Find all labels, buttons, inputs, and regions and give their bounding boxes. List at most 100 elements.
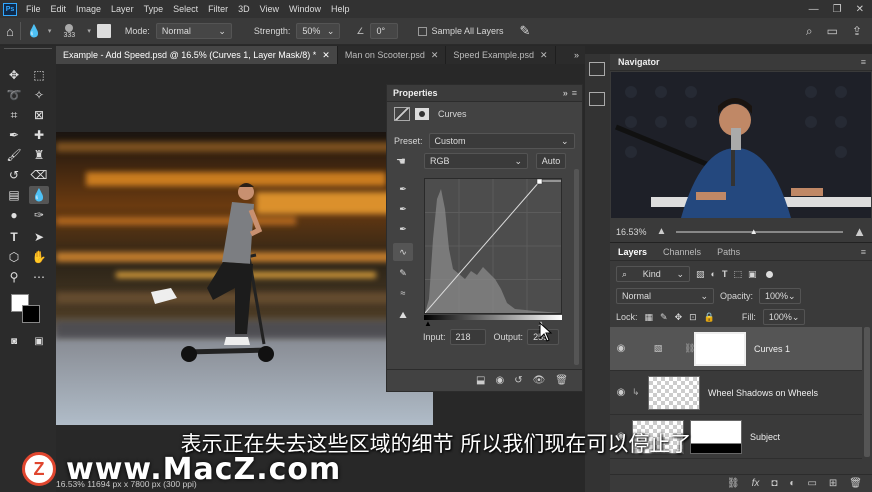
lock-position-icon[interactable]: ✥ <box>675 312 683 323</box>
lock-transparent-icon[interactable]: ▦ <box>645 312 654 323</box>
strength-input[interactable]: 50% ⌄ <box>296 23 341 39</box>
workspace-icon[interactable]: ▭ <box>827 24 838 39</box>
black-slider-icon[interactable]: ▲ <box>424 319 432 328</box>
type-filter-icon[interactable]: T <box>722 269 728 279</box>
more-tabs-icon[interactable]: » <box>574 50 585 60</box>
close-icon[interactable]: ✕ <box>431 50 439 61</box>
screen-mode-icon[interactable]: ▣ <box>29 332 49 350</box>
lasso-tool-icon[interactable]: ➰ <box>4 86 24 104</box>
eyedropper-tool-icon[interactable]: ✒ <box>4 126 24 144</box>
type-tool-icon[interactable]: T <box>4 228 24 246</box>
menu-help[interactable]: Help <box>326 4 355 14</box>
fill-input[interactable]: 100% ⌄ <box>762 309 805 325</box>
eye-icon[interactable]: ◉ <box>610 387 632 398</box>
brush-settings-icon[interactable] <box>96 24 111 38</box>
lock-pixels-icon[interactable]: ✎ <box>660 312 668 323</box>
menu-layer[interactable]: Layer <box>106 4 139 14</box>
angle-input[interactable]: 0° <box>370 23 399 39</box>
new-layer-icon[interactable]: ⊞ <box>829 478 837 489</box>
share-icon[interactable]: ⇪ <box>852 24 862 39</box>
tab-example-add-speed[interactable]: Example - Add Speed.psd @ 16.5% (Curves … <box>56 46 338 64</box>
reset-icon[interactable]: ↺ <box>514 375 522 386</box>
layer-thumbnail[interactable] <box>648 375 700 410</box>
layer-row-wheel-shadows[interactable]: ◉ ↳ Wheel Shadows on Wheels <box>610 371 862 415</box>
chain-link-icon[interactable]: ⛓ <box>684 343 695 354</box>
blend-mode-select[interactable]: Normal ⌄ <box>616 288 714 304</box>
magic-wand-icon[interactable]: ✧ <box>29 86 49 104</box>
home-icon[interactable]: ⌂ <box>6 24 14 39</box>
filter-kind-select[interactable]: ⌕ Kind ⌄ <box>616 266 690 282</box>
document-canvas[interactable] <box>56 132 433 425</box>
navigator-preview[interactable] <box>611 72 871 218</box>
adjustment-filter-icon[interactable]: ◐ <box>711 269 716 279</box>
eye-icon[interactable]: ◉ <box>610 343 632 354</box>
close-icon[interactable]: ✕ <box>322 50 330 61</box>
menu-type[interactable]: Type <box>139 4 169 14</box>
visibility-icon[interactable]: 👁 <box>533 375 546 386</box>
zoom-out-icon[interactable]: ▲ <box>657 226 667 237</box>
curves-graph[interactable] <box>424 178 562 314</box>
panel-menu-icon[interactable]: ≡ <box>861 57 872 67</box>
link-layers-icon[interactable]: ⛓ <box>727 478 740 489</box>
more-tools-icon[interactable]: ⋯ <box>29 268 49 286</box>
panel-menu-icon[interactable]: ≡ <box>861 247 872 257</box>
brush-preset-picker[interactable]: 333 <box>57 23 81 39</box>
layer-mask-icon[interactable] <box>415 108 429 120</box>
layer-name[interactable]: Curves 1 <box>754 344 790 354</box>
search-icon[interactable]: ⌕ <box>806 24 813 39</box>
view-previous-icon[interactable]: ◉ <box>495 375 504 386</box>
sample-all-layers-checkbox[interactable]: Sample All Layers <box>418 26 504 36</box>
eraser-tool-icon[interactable]: ⌫ <box>29 166 49 184</box>
clipping-warning-icon[interactable]: ⛰ <box>395 307 411 323</box>
menu-3d[interactable]: 3D <box>233 4 255 14</box>
smooth-curve-icon[interactable]: ≈ <box>395 285 411 301</box>
restore-button[interactable]: ❐ <box>833 4 842 15</box>
new-adjustment-icon[interactable]: ◐ <box>789 478 795 489</box>
zoom-tool-icon[interactable]: ⚲ <box>4 268 24 286</box>
stamp-tool-icon[interactable]: ♜ <box>29 146 49 164</box>
background-color-swatch[interactable] <box>22 305 40 323</box>
black-point-eyedropper-icon[interactable]: ✒ <box>395 181 411 197</box>
history-brush-icon[interactable]: ↺ <box>4 166 24 184</box>
collapse-icon[interactable]: » <box>563 88 572 98</box>
channel-select[interactable]: RGB ⌄ <box>424 153 528 169</box>
history-panel-icon[interactable] <box>589 62 605 76</box>
zoom-slider-thumb[interactable]: ▲ <box>750 227 758 236</box>
smart-object-filter-icon[interactable]: ▣ <box>748 269 757 280</box>
brush-tool-icon[interactable]: 🖌 <box>4 146 24 164</box>
tab-man-on-scooter[interactable]: Man on Scooter.psd ✕ <box>338 46 447 64</box>
minimize-button[interactable]: — <box>809 4 819 15</box>
clip-to-layer-icon[interactable]: ⬓ <box>476 375 485 386</box>
curves-adjustment-icon[interactable] <box>394 107 410 121</box>
menu-image[interactable]: Image <box>71 4 106 14</box>
tab-layers[interactable]: Layers <box>610 247 655 257</box>
zoom-slider[interactable]: ▲ <box>676 227 844 236</box>
move-tool-icon[interactable]: ✥ <box>4 66 24 84</box>
layer-mask-thumbnail[interactable] <box>694 331 746 366</box>
path-selection-icon[interactable]: ➤ <box>29 228 49 246</box>
mode-select[interactable]: Normal ⌄ <box>155 23 232 39</box>
lock-artboard-icon[interactable]: ⊡ <box>689 312 697 323</box>
fx-icon[interactable]: fx <box>752 478 760 489</box>
layer-row-curves[interactable]: ◉ ▧ ⛓ Curves 1 <box>610 327 862 371</box>
new-group-icon[interactable]: ▭ <box>807 478 816 489</box>
zoom-value[interactable]: 16.53% <box>616 227 647 237</box>
trash-icon[interactable]: 🗑 <box>849 478 862 489</box>
tab-channels[interactable]: Channels <box>655 247 709 257</box>
marquee-tool-icon[interactable]: ⬚ <box>29 66 49 84</box>
input-field[interactable]: 218 <box>449 329 486 345</box>
auto-button[interactable]: Auto <box>536 153 566 169</box>
zoom-in-icon[interactable]: ▲ <box>853 224 866 239</box>
gray-point-eyedropper-icon[interactable]: ✒ <box>395 201 411 217</box>
adjustments-panel-icon[interactable] <box>589 92 605 106</box>
pen-tool-icon[interactable]: ✑ <box>29 206 49 224</box>
pencil-curve-icon[interactable]: ✎ <box>395 265 411 281</box>
panel-menu-icon[interactable]: ≡ <box>572 88 582 98</box>
healing-brush-icon[interactable]: ✚ <box>29 126 49 144</box>
crop-tool-icon[interactable]: ⌗ <box>4 106 24 124</box>
gradient-tool-icon[interactable]: ▤ <box>4 186 24 204</box>
blur-tool-icon[interactable]: 💧 <box>29 186 49 204</box>
add-mask-icon[interactable]: ◘ <box>771 478 777 489</box>
white-point-eyedropper-icon[interactable]: ✒ <box>395 221 411 237</box>
shape-tool-icon[interactable]: ⬡ <box>4 248 24 266</box>
